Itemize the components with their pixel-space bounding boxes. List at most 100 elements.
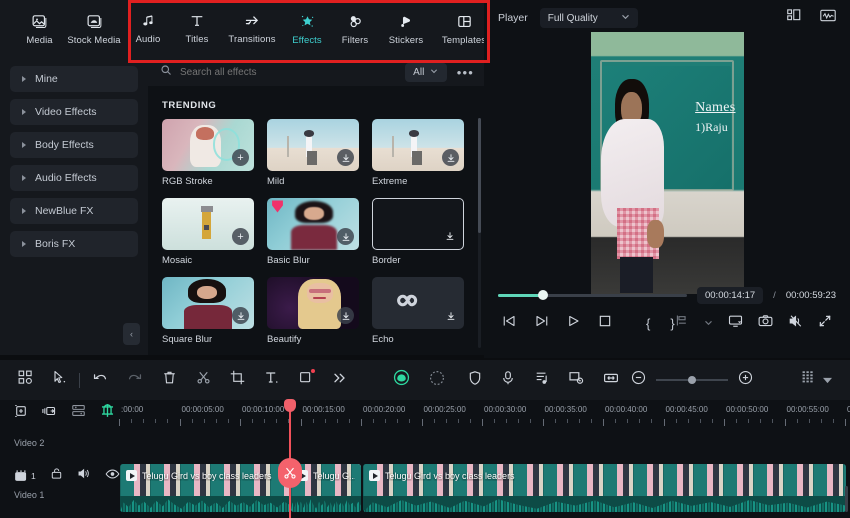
collapse-sidebar-button[interactable]: ‹ [123,323,140,345]
scissors-icon[interactable] [196,370,211,390]
search-input[interactable] [180,66,397,78]
sidebar-item-audio-effects[interactable]: Audio Effects [10,165,138,191]
eye-icon[interactable] [105,467,120,485]
zoom-slider-handle[interactable] [688,376,697,384]
timeline-zoom-control[interactable] [631,370,753,390]
green-circle-icon[interactable] [393,369,410,391]
lock-icon[interactable] [50,467,63,485]
square-mask-icon[interactable] [298,369,315,390]
tab-transitions[interactable]: Transitions [221,4,283,54]
zoom-in-icon[interactable] [738,370,753,390]
seek-handle[interactable] [538,290,549,300]
effect-card[interactable]: Extreme [372,119,464,187]
add-frame-icon[interactable] [14,404,28,423]
effect-card[interactable]: + RGB Stroke [162,119,254,187]
tab-effects[interactable]: Effects [283,4,331,54]
effect-card[interactable]: Border [372,198,464,266]
keyframe-button[interactable] [675,314,689,332]
crop-icon[interactable] [230,370,245,390]
monitor-icon[interactable] [728,314,743,333]
clip-waveform [363,496,846,512]
video-preview[interactable]: Names 1)Raju [590,31,744,294]
add-effect-button[interactable]: + [232,149,249,166]
sidebar-item-mine[interactable]: Mine [10,66,138,92]
grid-scrollbar[interactable] [478,118,481,233]
effect-card[interactable]: + Mosaic [162,198,254,266]
effect-card[interactable]: Square Blur [162,277,254,345]
text-icon[interactable] [264,370,279,390]
shield-icon[interactable] [468,370,482,391]
download-effect-button[interactable] [337,307,354,324]
effect-card[interactable]: Echo [372,277,464,345]
fit-width-icon[interactable] [603,371,619,390]
timeline-vertical-scrollbar[interactable] [845,486,848,512]
trash-icon[interactable] [162,370,177,390]
grid-apps-icon[interactable] [18,370,33,390]
tab-audio[interactable]: Audio [123,4,173,54]
quality-dropdown[interactable]: Full Quality [539,8,638,28]
effect-card[interactable]: Basic Blur [267,198,359,266]
download-effect-button[interactable] [442,149,459,166]
chevron-down-icon [430,67,438,78]
player-seek-slider[interactable] [498,290,687,300]
chevron-double-right-icon[interactable] [332,371,347,390]
magnet-icon[interactable] [100,403,115,423]
ruler-minor-tick [348,419,350,423]
zoom-slider-track[interactable] [656,376,729,384]
effect-card[interactable]: Beautify [267,277,359,345]
play-button[interactable] [566,314,581,333]
speaker-muted-icon[interactable] [788,314,803,333]
sidebar-item-newblue-fx[interactable]: NewBlue FX [10,198,138,224]
download-effect-button[interactable] [337,228,354,245]
zoom-out-icon[interactable] [631,370,646,390]
caret-down-icon[interactable] [823,371,832,389]
track-video-1[interactable]: 1 Video 1 Telugu Gird vs boy class leade… [0,462,850,518]
redo-button[interactable] [127,371,143,390]
camera-icon[interactable] [758,314,773,333]
effects-grid[interactable]: TRENDING + RGB Stroke Mild Extreme + Mos… [148,86,484,355]
audio-note-icon[interactable] [534,370,549,391]
timeline-playhead[interactable] [278,399,302,518]
film-icon[interactable]: 1 [14,470,36,483]
sidebar-item-body-effects[interactable]: Body Effects [10,132,138,158]
track-list-icon[interactable] [801,370,815,390]
stack-icon[interactable] [71,404,86,422]
microphone-icon[interactable] [501,370,515,391]
keyframe-dropdown[interactable] [704,314,713,332]
stop-button[interactable] [598,314,612,333]
waveform-monitor-icon[interactable] [820,9,836,27]
timeline-clip[interactable]: Telugu Gird vs boy class leaders [120,464,291,512]
download-effect-button[interactable] [232,307,249,324]
total-time: 00:00:59:23 [785,289,836,301]
track-video-2[interactable]: Video 2 [0,430,850,462]
tab-stock-media[interactable]: Stock Media [65,4,123,54]
download-effect-button[interactable] [442,307,459,324]
more-options-button[interactable]: ••• [455,65,476,80]
undo-button[interactable] [92,371,108,390]
split-at-playhead-button[interactable] [278,458,302,488]
expand-icon[interactable] [818,314,832,333]
previous-frame-button[interactable] [502,314,517,333]
link-frame-icon[interactable] [42,404,57,423]
motion-track-icon[interactable] [429,370,449,391]
download-effect-button[interactable] [337,149,354,166]
download-effect-button[interactable] [441,227,458,244]
timeline-ruler[interactable]: :00:00 00:00:05:00 00:00:10:00 00:00:15:00 0… [118,400,850,430]
sidebar-item-video-effects[interactable]: Video Effects [10,99,138,125]
tab-filters[interactable]: Filters [331,4,379,54]
speaker-icon[interactable] [77,467,91,485]
mark-in-button[interactable]: { [646,316,650,331]
tab-stickers[interactable]: Stickers [379,4,433,54]
playhead-handle[interactable] [284,399,296,412]
tab-media[interactable]: Media [14,4,65,54]
sidebar-item-boris-fx[interactable]: Boris FX [10,231,138,257]
cursor-icon[interactable] [52,370,67,390]
screen-record-icon[interactable] [568,370,584,390]
layout-grid-icon[interactable] [787,9,802,27]
filter-all-dropdown[interactable]: All [404,62,447,82]
timeline-clip[interactable]: Telugu Gird vs boy class leaders [363,464,846,512]
effect-card[interactable]: Mild [267,119,359,187]
add-effect-button[interactable]: + [232,228,249,245]
next-frame-button[interactable] [534,314,549,333]
tab-titles[interactable]: Titles [173,4,221,54]
